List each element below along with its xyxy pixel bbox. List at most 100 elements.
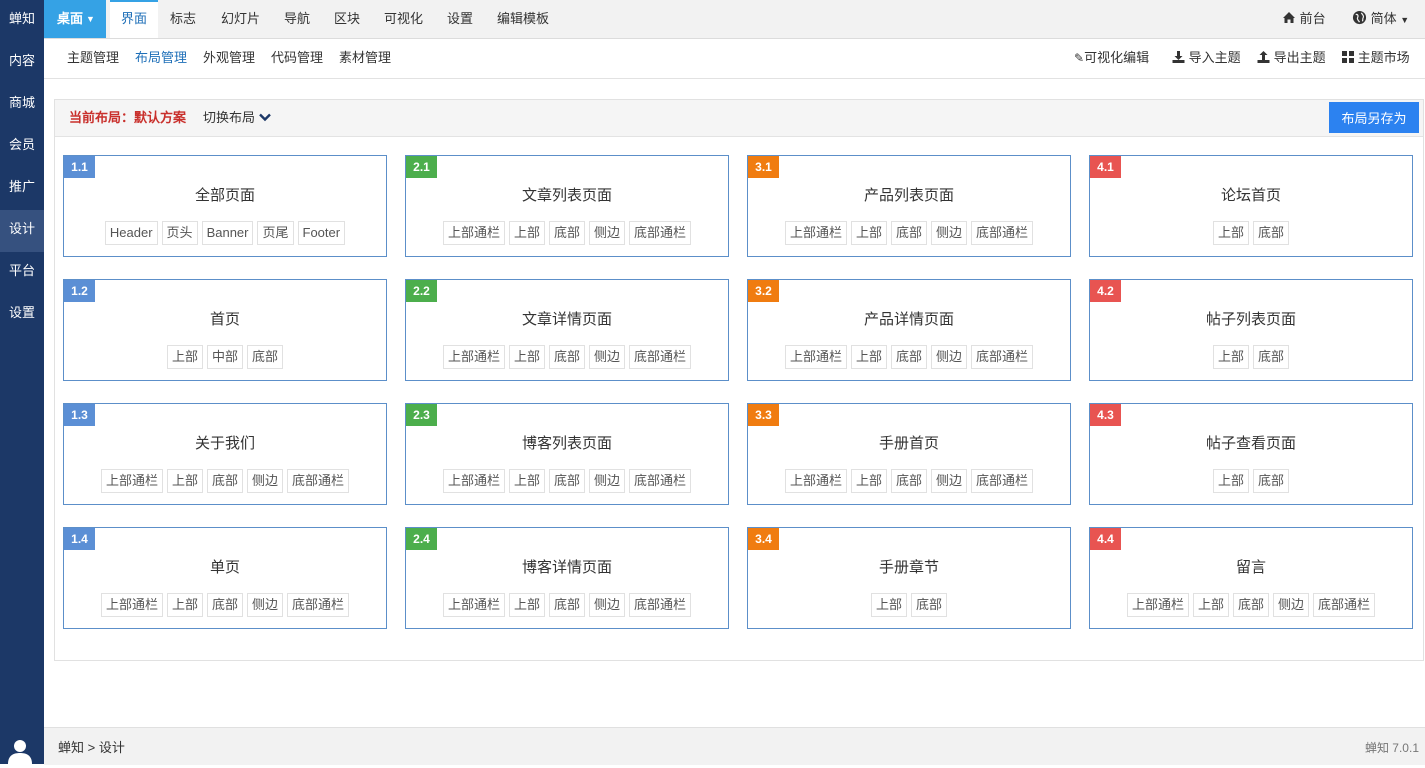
layout-card[interactable]: 1.3 关于我们 上部通栏 上部 底部 侧边 底部通栏 [63,403,387,505]
user-avatar-icon[interactable] [6,738,34,764]
tab-edit-template[interactable]: 编辑模板 [497,0,549,38]
region-tag[interactable]: 底部 [548,345,585,369]
region-tag[interactable]: 底部通栏 [971,469,1034,493]
region-tag[interactable]: 底部通栏 [971,345,1034,369]
region-tag[interactable]: Header [104,221,158,245]
region-tag[interactable]: 底部 [1253,469,1290,493]
region-tag[interactable]: 底部通栏 [287,593,350,617]
sidebar-item-settings[interactable]: 设置 [0,294,44,336]
subnav-code-manage[interactable]: 代码管理 [271,39,323,78]
subnav-appearance-manage[interactable]: 外观管理 [203,39,255,78]
region-tag[interactable]: 上部 [166,593,203,617]
region-tag[interactable]: 侧边 [589,469,626,493]
region-tag[interactable]: 上部通栏 [784,221,847,245]
layout-card[interactable]: 4.4 留言 上部通栏 上部 底部 侧边 底部通栏 [1089,527,1413,629]
sidebar-item-brand[interactable]: 蝉知 [0,0,44,42]
region-tag[interactable]: 上部 [166,469,203,493]
export-theme-link[interactable]: 导出主题 [1257,39,1326,78]
region-tag[interactable]: 侧边 [589,345,626,369]
region-tag[interactable]: 底部通栏 [629,345,692,369]
region-tag[interactable]: 上部通栏 [442,221,505,245]
layout-card[interactable]: 1.1 全部页面 Header 页头 Banner 页尾 Footer [63,155,387,257]
region-tag[interactable]: 底部 [247,345,284,369]
layout-card[interactable]: 1.2 首页 上部 中部 底部 [63,279,387,381]
tab-logo[interactable]: 标志 [170,0,196,38]
region-tag[interactable]: 上部 [850,469,887,493]
layout-card[interactable]: 4.3 帖子查看页面 上部 底部 [1089,403,1413,505]
region-tag[interactable]: 侧边 [589,221,626,245]
region-tag[interactable]: 上部通栏 [100,593,163,617]
layout-card[interactable]: 2.2 文章详情页面 上部通栏 上部 底部 侧边 底部通栏 [405,279,729,381]
region-tag[interactable]: 上部 [850,345,887,369]
region-tag[interactable]: 上部 [508,469,545,493]
region-tag[interactable]: 上部 [870,593,907,617]
save-layout-as-button[interactable]: 布局另存为 [1329,102,1419,133]
region-tag[interactable]: 上部 [508,221,545,245]
region-tag[interactable]: 底部通栏 [629,469,692,493]
layout-card[interactable]: 3.1 产品列表页面 上部通栏 上部 底部 侧边 底部通栏 [747,155,1071,257]
tab-slides[interactable]: 幻灯片 [221,0,260,38]
region-tag[interactable]: 侧边 [931,469,968,493]
tab-blocks[interactable]: 区块 [334,0,360,38]
region-tag[interactable]: 底部 [548,221,585,245]
region-tag[interactable]: 底部 [890,345,927,369]
breadcrumb-root[interactable]: 蝉知 [58,740,84,755]
region-tag[interactable]: 底部通栏 [1313,593,1376,617]
desktop-menu-button[interactable]: 桌面 ▼ [44,0,106,38]
layout-card[interactable]: 3.3 手册首页 上部通栏 上部 底部 侧边 底部通栏 [747,403,1071,505]
layout-card[interactable]: 1.4 单页 上部通栏 上部 底部 侧边 底部通栏 [63,527,387,629]
layout-card[interactable]: 3.2 产品详情页面 上部通栏 上部 底部 侧边 底部通栏 [747,279,1071,381]
region-tag[interactable]: 上部 [508,593,545,617]
region-tag[interactable]: 底部 [1253,345,1290,369]
region-tag[interactable]: 底部 [206,593,243,617]
region-tag[interactable]: 底部 [548,469,585,493]
region-tag[interactable]: 底部 [911,593,948,617]
sidebar-item-content[interactable]: 内容 [0,42,44,84]
layout-card[interactable]: 4.2 帖子列表页面 上部 底部 [1089,279,1413,381]
tab-visual[interactable]: 可视化 [384,0,423,38]
region-tag[interactable]: 上部通栏 [784,469,847,493]
import-theme-link[interactable]: 导入主题 [1172,39,1241,78]
region-tag[interactable]: 侧边 [931,345,968,369]
region-tag[interactable]: 侧边 [247,593,284,617]
region-tag[interactable]: 底部 [1253,221,1290,245]
region-tag[interactable]: 底部通栏 [629,221,692,245]
sidebar-item-shop[interactable]: 商城 [0,84,44,126]
region-tag[interactable]: 侧边 [931,221,968,245]
sidebar-item-members[interactable]: 会员 [0,126,44,168]
frontend-link[interactable]: 前台 [1282,0,1326,38]
region-tag[interactable]: 上部通栏 [442,345,505,369]
layout-card[interactable]: 2.4 博客详情页面 上部通栏 上部 底部 侧边 底部通栏 [405,527,729,629]
region-tag[interactable]: 上部 [850,221,887,245]
tab-settings[interactable]: 设置 [447,0,473,38]
region-tag[interactable]: Banner [201,221,254,245]
region-tag[interactable]: 底部 [1232,593,1269,617]
region-tag[interactable]: 上部通栏 [442,593,505,617]
region-tag[interactable]: 侧边 [589,593,626,617]
sidebar-item-design[interactable]: 设计 [0,210,44,252]
layout-card[interactable]: 4.1 论坛首页 上部 底部 [1089,155,1413,257]
region-tag[interactable]: 页头 [161,221,198,245]
region-tag[interactable]: 底部通栏 [971,221,1034,245]
language-switcher[interactable]: 简体 ▼ [1352,0,1409,38]
region-tag[interactable]: 上部通栏 [100,469,163,493]
region-tag[interactable]: 上部 [1212,221,1249,245]
region-tag[interactable]: 侧边 [1273,593,1310,617]
region-tag[interactable]: 上部 [1212,469,1249,493]
region-tag[interactable]: 底部 [206,469,243,493]
region-tag[interactable]: 上部 [1192,593,1229,617]
region-tag[interactable]: 底部 [890,221,927,245]
layout-card[interactable]: 3.4 手册章节 上部 底部 [747,527,1071,629]
region-tag[interactable]: 底部通栏 [629,593,692,617]
region-tag[interactable]: 侧边 [247,469,284,493]
region-tag[interactable]: 中部 [206,345,243,369]
region-tag[interactable]: 上部 [1212,345,1249,369]
visual-edit-link[interactable]: ✎可视化编辑 [1074,39,1149,78]
region-tag[interactable]: 上部 [166,345,203,369]
switch-layout-dropdown[interactable]: 切换布局 [203,100,271,136]
layout-card[interactable]: 2.1 文章列表页面 上部通栏 上部 底部 侧边 底部通栏 [405,155,729,257]
region-tag[interactable]: 上部通栏 [1126,593,1189,617]
region-tag[interactable]: 上部通栏 [784,345,847,369]
region-tag[interactable]: 上部通栏 [442,469,505,493]
region-tag[interactable]: 底部 [890,469,927,493]
